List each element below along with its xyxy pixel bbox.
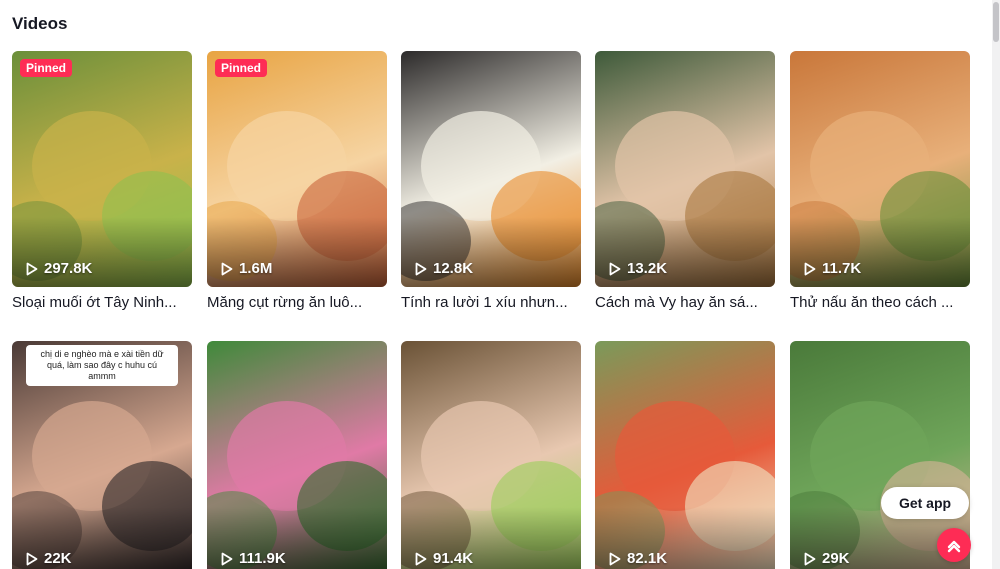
video-card[interactable]: 13.2K Cách mà Vy hay ăn sá... xyxy=(595,51,775,311)
view-count: 91.4K xyxy=(415,550,473,567)
video-thumbnail[interactable]: 82.1K xyxy=(595,341,775,569)
video-thumbnail[interactable]: 91.4K xyxy=(401,341,581,569)
video-thumbnail[interactable]: chị di e nghèo mà e xài tiền dữ quá, làm… xyxy=(12,341,192,569)
play-icon xyxy=(804,262,816,275)
play-icon xyxy=(609,552,621,565)
scrollbar[interactable] xyxy=(992,0,1000,569)
video-thumbnail[interactable]: Pinned 297.8K xyxy=(12,51,192,287)
view-count: 13.2K xyxy=(609,260,667,277)
video-caption[interactable]: Tính ra lười 1 xíu nhưn... xyxy=(401,294,581,311)
play-icon xyxy=(609,262,621,275)
video-card[interactable]: 82.1K xyxy=(595,341,775,569)
view-count-label: 297.8K xyxy=(44,260,93,277)
view-count: 12.8K xyxy=(415,260,473,277)
video-thumbnail[interactable]: 11.7K xyxy=(790,51,970,287)
video-thumbnail[interactable]: 12.8K xyxy=(401,51,581,287)
thumbnail-overlay-text: chị di e nghèo mà e xài tiền dữ quá, làm… xyxy=(26,345,178,386)
pinned-badge: Pinned xyxy=(20,59,73,77)
get-app-button[interactable]: Get app xyxy=(881,487,969,519)
video-thumbnail[interactable]: 111.9K xyxy=(207,341,387,569)
play-icon xyxy=(415,552,427,565)
view-count-label: 111.9K xyxy=(239,550,286,567)
video-caption[interactable]: Sloại muối ớt Tây Ninh... xyxy=(12,294,192,311)
video-caption[interactable]: Cách mà Vy hay ăn sá... xyxy=(595,294,775,311)
view-count-label: 82.1K xyxy=(627,550,668,567)
view-count-label: 13.2K xyxy=(627,260,668,277)
view-count-label: 91.4K xyxy=(433,550,474,567)
pinned-badge: Pinned xyxy=(215,59,268,77)
view-count: 29K xyxy=(804,550,850,567)
play-icon xyxy=(26,552,38,565)
video-card[interactable]: 111.9K xyxy=(207,341,387,569)
video-card[interactable]: 11.7K Thử nấu ăn theo cách ... xyxy=(790,51,970,311)
view-count: 82.1K xyxy=(609,550,667,567)
video-card[interactable]: Pinned 297.8K Sloại muối ớt Tây Ninh... xyxy=(12,51,192,311)
view-count-label: 29K xyxy=(822,550,850,567)
play-icon xyxy=(221,262,233,275)
video-card[interactable]: 12.8K Tính ra lười 1 xíu nhưn... xyxy=(401,51,581,311)
view-count: 297.8K xyxy=(26,260,92,277)
view-count: 22K xyxy=(26,550,72,567)
scrollbar-thumb[interactable] xyxy=(993,2,999,42)
view-count: 1.6M xyxy=(221,260,272,277)
video-thumbnail[interactable]: Pinned 1.6M xyxy=(207,51,387,287)
play-icon xyxy=(415,262,427,275)
video-caption[interactable]: Măng cụt rừng ăn luô... xyxy=(207,294,387,311)
video-card[interactable]: chị di e nghèo mà e xài tiền dữ quá, làm… xyxy=(12,341,192,569)
arrow-up-icon xyxy=(947,540,961,553)
view-count: 11.7K xyxy=(804,260,861,277)
back-to-top-button[interactable] xyxy=(937,528,971,562)
section-title: Videos xyxy=(12,14,68,33)
view-count-label: 12.8K xyxy=(433,260,474,277)
play-icon xyxy=(26,262,38,275)
play-icon xyxy=(804,552,816,565)
view-count-label: 1.6M xyxy=(239,260,273,277)
video-card[interactable]: 91.4K xyxy=(401,341,581,569)
play-icon xyxy=(221,552,233,565)
view-count-label: 11.7K xyxy=(822,260,862,277)
video-thumbnail[interactable]: 13.2K xyxy=(595,51,775,287)
view-count: 111.9K xyxy=(221,550,286,567)
view-count-label: 22K xyxy=(44,550,72,567)
video-caption[interactable]: Thử nấu ăn theo cách ... xyxy=(790,294,970,311)
video-card[interactable]: Pinned 1.6M Măng cụt rừng ăn luô... xyxy=(207,51,387,311)
